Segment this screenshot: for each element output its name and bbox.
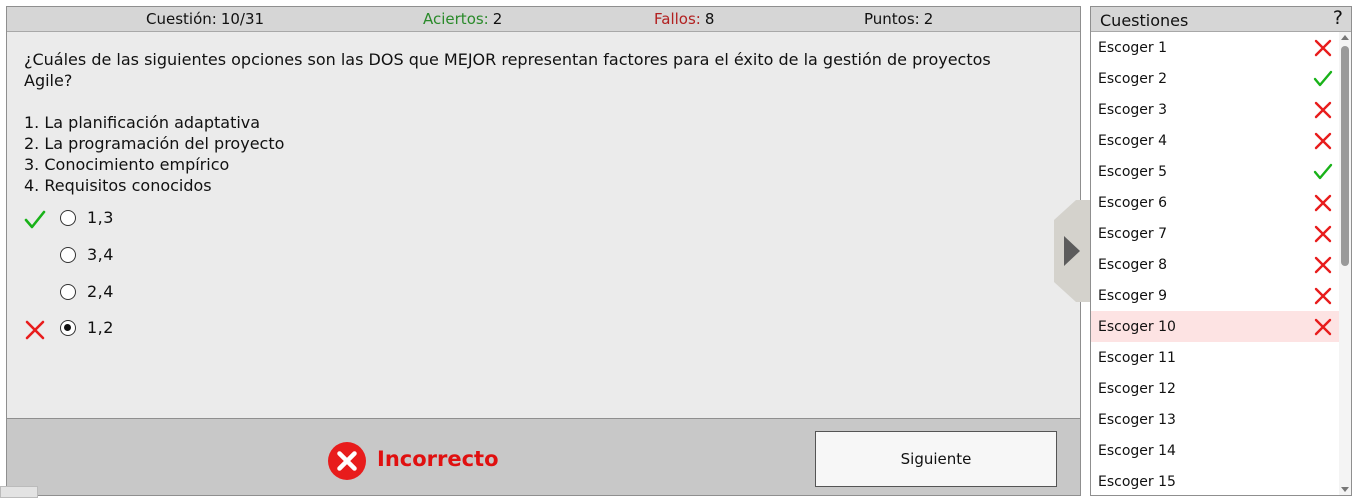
check-icon xyxy=(1313,70,1333,87)
corner-handle xyxy=(0,486,38,498)
correct-counter-value: 2 xyxy=(492,10,503,28)
question-list-item[interactable]: Escoger 15 xyxy=(1091,466,1339,497)
scroll-up-icon[interactable] xyxy=(1341,35,1349,40)
result-text: Incorrecto xyxy=(377,447,499,471)
question-list-item[interactable]: Escoger 5 xyxy=(1091,156,1339,187)
question-list-item[interactable]: Escoger 2 xyxy=(1091,63,1339,94)
answer-label-3: 2,4 xyxy=(87,282,114,301)
cross-icon xyxy=(1314,287,1332,305)
correct-counter: Aciertos: 2 xyxy=(423,7,502,31)
answer-radio-3[interactable] xyxy=(60,284,76,300)
question-text: ¿Cuáles de las siguientes opciones son l… xyxy=(24,50,991,90)
question-list-item[interactable]: Escoger 11 xyxy=(1091,342,1339,373)
result-bar: Incorrecto Siguiente xyxy=(7,418,1080,495)
answer-radio-1[interactable] xyxy=(60,210,76,226)
wrong-counter-label: Fallos: xyxy=(654,10,701,28)
question-counter-label: Cuestión: xyxy=(146,10,217,28)
wrong-counter-value: 8 xyxy=(704,10,715,28)
question-list-item-label: Escoger 1 xyxy=(1098,40,1168,56)
check-icon xyxy=(24,210,46,229)
question-options-list: 1. La planificación adaptativa 2. La pro… xyxy=(24,112,284,196)
question-list-item-label: Escoger 3 xyxy=(1098,102,1168,118)
question-list-item-label: Escoger 4 xyxy=(1098,133,1168,149)
question-list-item-label: Escoger 13 xyxy=(1098,412,1176,428)
points-counter-value: 2 xyxy=(923,10,934,28)
question-option-3: 3. Conocimiento empírico xyxy=(24,155,230,174)
answer-label-2: 3,4 xyxy=(87,245,114,264)
question-list-item-label: Escoger 10 xyxy=(1098,319,1176,335)
question-list-item-label: Escoger 7 xyxy=(1098,226,1168,242)
question-list-item-label: Escoger 2 xyxy=(1098,71,1168,87)
question-list-item[interactable]: Escoger 3 xyxy=(1091,94,1339,125)
question-list-item-label: Escoger 5 xyxy=(1098,164,1168,180)
question-option-1: 1. La planificación adaptativa xyxy=(24,113,261,132)
cross-icon xyxy=(1314,39,1332,57)
scroll-down-icon[interactable] xyxy=(1341,487,1349,492)
scrollbar-thumb[interactable] xyxy=(1341,46,1349,266)
question-list-item-label: Escoger 11 xyxy=(1098,350,1176,366)
points-counter-label: Puntos: xyxy=(864,10,920,28)
question-list-item-label: Escoger 6 xyxy=(1098,195,1168,211)
points-counter: Puntos: 2 xyxy=(864,7,933,31)
question-list-item[interactable]: Escoger 1 xyxy=(1091,32,1339,63)
cross-icon xyxy=(1314,225,1332,243)
cross-icon xyxy=(1314,101,1332,119)
correct-counter-label: Aciertos: xyxy=(423,10,489,28)
question-option-2: 2. La programación del proyecto xyxy=(24,134,285,153)
question-list-item-label: Escoger 9 xyxy=(1098,288,1168,304)
scrollbar[interactable] xyxy=(1339,32,1351,495)
help-icon[interactable]: ? xyxy=(1333,7,1343,29)
question-list-item-label: Escoger 14 xyxy=(1098,443,1176,459)
answer-radio-4[interactable] xyxy=(60,320,76,336)
cross-icon xyxy=(1314,194,1332,212)
question-list-item-label: Escoger 12 xyxy=(1098,381,1176,397)
check-icon xyxy=(1313,163,1333,180)
cross-icon xyxy=(1314,318,1332,336)
question-list-item[interactable]: Escoger 14 xyxy=(1091,435,1339,466)
quiz-panel: Cuestión: 10/31 Aciertos: 2 Fallos: 8 Punto… xyxy=(6,6,1081,496)
question-list-item[interactable]: Escoger 7 xyxy=(1091,218,1339,249)
question-list-item[interactable]: Escoger 10 xyxy=(1091,311,1339,342)
question-counter-value: 10/31 xyxy=(220,10,265,28)
answer-label-1: 1,3 xyxy=(87,208,114,227)
sidebar-title: Cuestiones xyxy=(1100,11,1189,30)
question-list-item[interactable]: Escoger 4 xyxy=(1091,125,1339,156)
cross-icon xyxy=(1314,132,1332,150)
error-circle-icon xyxy=(328,442,366,480)
cross-icon xyxy=(25,320,45,340)
question-list-item[interactable]: Escoger 13 xyxy=(1091,404,1339,435)
question-list: Escoger 1 Escoger 2 Escoger 3 Escoger 4 Esco… xyxy=(1091,32,1339,497)
question-list-item[interactable]: Escoger 6 xyxy=(1091,187,1339,218)
question-counter: Cuestión: 10/31 xyxy=(146,7,264,31)
collapse-sidebar-tab[interactable] xyxy=(1054,200,1090,302)
question-list-item[interactable]: Escoger 12 xyxy=(1091,373,1339,404)
status-bar: Cuestión: 10/31 Aciertos: 2 Fallos: 8 Punto… xyxy=(7,7,1080,32)
question-list-item-label: Escoger 8 xyxy=(1098,257,1168,273)
wrong-counter: Fallos: 8 xyxy=(654,7,714,31)
next-button[interactable]: Siguiente xyxy=(815,431,1057,487)
sidebar-header: Cuestiones ? xyxy=(1091,7,1351,32)
questions-sidebar: Cuestiones ? Escoger 1 Escoger 2 Escoger 3… xyxy=(1090,6,1352,496)
question-option-4: 4. Requisitos conocidos xyxy=(24,176,212,195)
question-list-item[interactable]: Escoger 8 xyxy=(1091,249,1339,280)
question-list-item-label: Escoger 15 xyxy=(1098,474,1176,490)
answer-label-4: 1,2 xyxy=(87,318,114,337)
question-list-item[interactable]: Escoger 9 xyxy=(1091,280,1339,311)
answer-radio-2[interactable] xyxy=(60,247,76,263)
cross-icon xyxy=(1314,256,1332,274)
